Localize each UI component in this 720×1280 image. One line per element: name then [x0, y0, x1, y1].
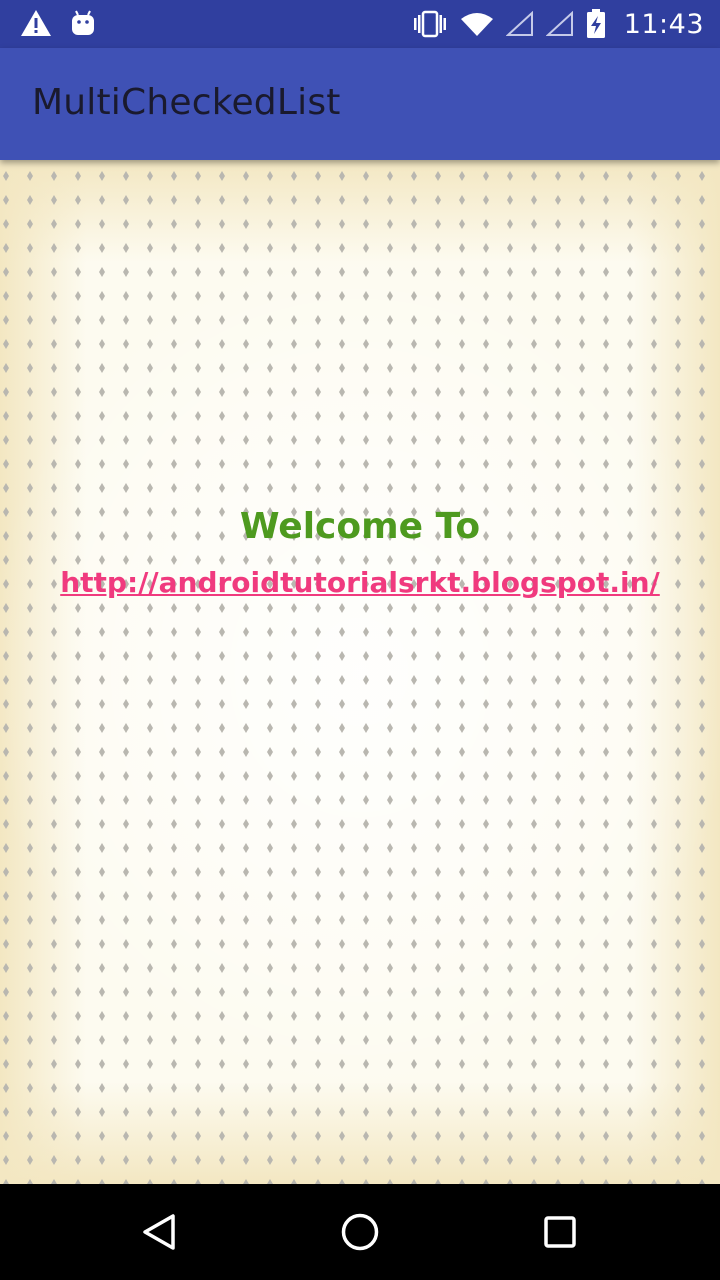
- blog-link[interactable]: http://androidtutorialsrkt.blogspot.in/: [0, 566, 720, 599]
- main-content: Welcome To http://androidtutorialsrkt.bl…: [0, 160, 720, 1184]
- warning-icon: [21, 10, 51, 36]
- clock: 11:43: [623, 8, 704, 40]
- dotted-background-pattern: [0, 160, 720, 1184]
- signal-icon: [545, 11, 573, 36]
- android-icon: [72, 10, 94, 35]
- back-button[interactable]: [136, 1208, 184, 1256]
- app-title: MultiCheckedList: [32, 82, 341, 123]
- app-bar: MultiCheckedList: [0, 48, 720, 160]
- welcome-heading: Welcome To: [239, 506, 481, 547]
- vibrate-icon: [413, 10, 446, 38]
- navigation-bar: [0, 1184, 720, 1280]
- status-system-icons: 11:43: [412, 0, 704, 48]
- home-icon: [341, 1213, 379, 1251]
- screen: 11:43 MultiCheckedList Welcome To http:/…: [0, 0, 720, 1280]
- wifi-icon: [460, 13, 493, 36]
- home-button[interactable]: [336, 1208, 384, 1256]
- recents-icon: [544, 1216, 576, 1248]
- back-icon: [143, 1214, 175, 1250]
- battery-charging-icon: [586, 9, 605, 38]
- status-bar: 11:43: [0, 0, 720, 48]
- signal-icon: [505, 11, 533, 36]
- recents-button[interactable]: [536, 1208, 584, 1256]
- status-notifications: [20, 8, 96, 38]
